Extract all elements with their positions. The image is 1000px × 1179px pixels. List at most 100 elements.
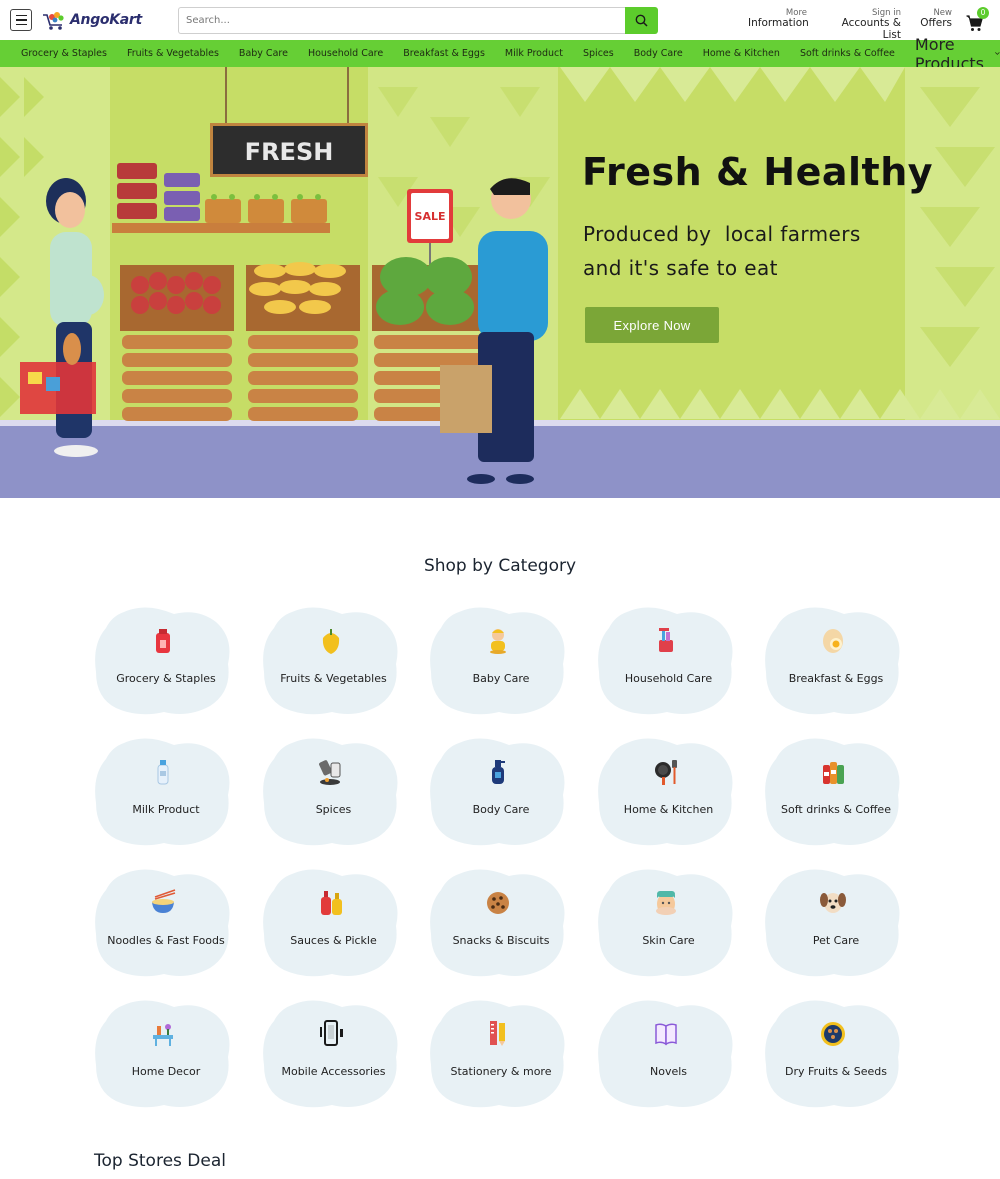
category-label: Sauces & Pickle [290, 934, 377, 947]
category-tile[interactable]: Soft drinks & Coffee [764, 737, 900, 847]
category-tile[interactable]: Grocery & Staples [94, 606, 230, 716]
category-label: Home Decor [131, 1065, 201, 1078]
category-tile-background [262, 738, 397, 846]
category-tile-background [765, 1000, 900, 1108]
category-tile-background [430, 869, 565, 977]
category-tile[interactable]: Stationery & more [429, 999, 565, 1109]
category-tile-background [597, 869, 732, 977]
category-tile[interactable]: Home & Kitchen [597, 737, 733, 847]
category-tile[interactable]: Household Care [597, 606, 733, 716]
category-tile[interactable]: Snacks & Biscuits [429, 868, 565, 978]
category-tile[interactable]: Breakfast & Eggs [764, 606, 900, 716]
mobile-phone-icon [319, 1020, 343, 1046]
category-tile-background [765, 869, 900, 977]
category-label: Home & Kitchen [623, 803, 714, 816]
nav-item[interactable]: Baby Care [239, 48, 288, 59]
table-decor-icon [153, 1024, 173, 1046]
sauce-bottles-icon [320, 891, 342, 915]
spice-jars-icon [318, 760, 340, 785]
category-tile[interactable]: Noodles & Fast Foods [94, 868, 230, 978]
cart-button[interactable]: 0 [966, 7, 990, 32]
category-nav-bar: Grocery & Staples Fruits & Vegetables Baby… [0, 35, 1000, 73]
category-tile-background [597, 1000, 732, 1108]
category-tile-background [262, 607, 397, 715]
category-label: Skin Care [642, 934, 695, 947]
egg-icon [823, 629, 843, 653]
category-tile[interactable]: Skin Care [597, 868, 733, 978]
category-tile[interactable]: Fruits & Vegetables [262, 606, 398, 716]
accounts-link[interactable]: Sign in Accounts & List [822, 8, 901, 41]
logo-text: AngoKart [70, 12, 142, 28]
svg-text:SALE: SALE [415, 210, 446, 223]
nav-item[interactable]: Spices [583, 48, 614, 59]
nav-item[interactable]: Soft drinks & Coffee [800, 48, 895, 59]
category-tile[interactable]: Milk Product [94, 737, 230, 847]
category-tile-background [262, 869, 397, 977]
nav-item[interactable]: Grocery & Staples [21, 48, 107, 59]
category-tile[interactable]: Dry Fruits & Seeds [764, 999, 900, 1109]
cart-count-badge: 0 [977, 7, 989, 19]
category-tile[interactable]: Pet Care [764, 868, 900, 978]
oil-bottle-icon [156, 629, 170, 653]
category-tile[interactable]: Home Decor [94, 999, 230, 1109]
category-tile-background [765, 607, 900, 715]
search-input[interactable] [178, 7, 625, 34]
category-tile-background [95, 738, 230, 846]
category-label: Mobile Accessories [281, 1065, 386, 1078]
svg-text:FRESH: FRESH [245, 138, 334, 166]
category-label: Baby Care [472, 672, 530, 685]
category-label: Milk Product [132, 803, 200, 816]
lotion-bottle-icon [492, 760, 505, 784]
category-tile[interactable]: Spices [262, 737, 398, 847]
site-logo[interactable]: AngoKart [42, 8, 142, 32]
search-icon [635, 14, 648, 27]
nav-item[interactable]: Household Care [308, 48, 383, 59]
category-label: Household Care [624, 672, 713, 685]
cookie-icon [487, 892, 509, 914]
category-tile[interactable]: Baby Care [429, 606, 565, 716]
category-tile-background [430, 738, 565, 846]
hamburger-menu-button[interactable] [10, 9, 32, 31]
pencil-ruler-icon [490, 1021, 505, 1046]
site-header: AngoKart More Information Sign in Accoun… [0, 0, 1000, 41]
hero-title: Fresh & Healthy [582, 150, 934, 194]
top-stores-deal-title: Top Stores Deal [94, 1151, 226, 1171]
category-tile[interactable]: Sauces & Pickle [262, 868, 398, 978]
cleaning-bucket-icon [658, 628, 673, 652]
category-label: Pet Care [812, 934, 860, 947]
nav-item[interactable]: Body Care [634, 48, 683, 59]
category-tile-background [95, 607, 230, 715]
category-tile-background [95, 869, 230, 977]
category-tile[interactable]: Novels [597, 999, 733, 1109]
category-tile-background [430, 1000, 565, 1108]
category-label: Stationery & more [450, 1065, 552, 1078]
category-tile-background [95, 1000, 230, 1108]
nav-item[interactable]: Milk Product [505, 48, 563, 59]
open-book-icon [654, 1023, 677, 1046]
menu-line [15, 19, 27, 21]
category-label: Body Care [472, 803, 530, 816]
more-big-label: Information [748, 17, 809, 30]
nav-item[interactable]: Fruits & Vegetables [127, 48, 219, 59]
chevron-down-icon [995, 52, 1000, 55]
category-tile[interactable]: Mobile Accessories [262, 999, 398, 1109]
category-label: Dry Fruits & Seeds [785, 1065, 887, 1078]
offers-link[interactable]: New Offers [914, 8, 952, 30]
more-information-link[interactable]: More Information [748, 8, 809, 30]
category-tile-background [262, 1000, 397, 1108]
category-tile-background [430, 607, 565, 715]
nav-item[interactable]: Breakfast & Eggs [403, 48, 485, 59]
category-label: Spices [315, 803, 352, 816]
nav-item[interactable]: Home & Kitchen [703, 48, 780, 59]
soda-bottles-icon [823, 762, 844, 784]
category-tile-background [765, 738, 900, 846]
menu-line [15, 14, 27, 17]
category-tile-background [597, 607, 732, 715]
hero-banner: FRESH SALE Fresh & Healthy Produced by l… [0, 67, 1000, 498]
category-tile[interactable]: Body Care [429, 737, 565, 847]
category-label: Soft drinks & Coffee [781, 803, 891, 816]
search-button[interactable] [625, 7, 658, 34]
explore-now-button[interactable]: Explore Now [585, 307, 719, 343]
offers-big-label: Offers [920, 17, 952, 30]
hero-subtitle-line1: Produced by local farmers [583, 222, 861, 246]
